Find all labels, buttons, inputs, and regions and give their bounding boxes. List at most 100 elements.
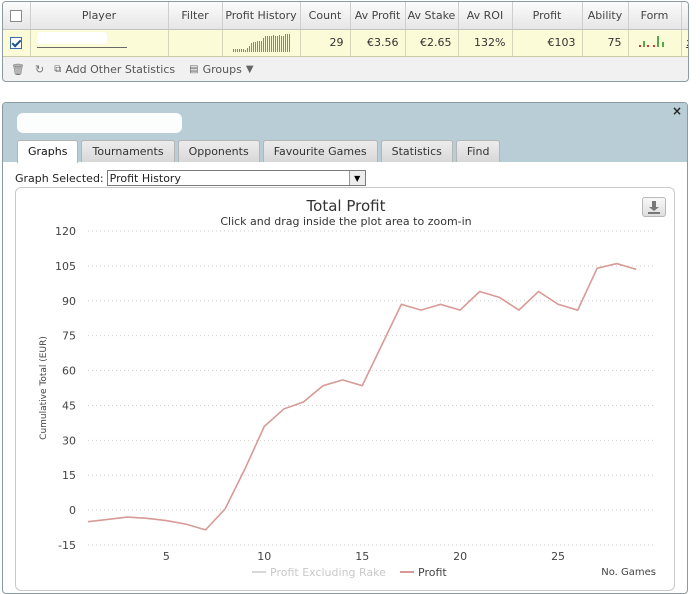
row-checkbox[interactable] [10, 37, 23, 49]
tab-tournaments[interactable]: Tournaments [81, 140, 175, 162]
sparkline-bar [266, 36, 268, 52]
close-icon[interactable]: × [672, 104, 682, 118]
sparkline-bar [284, 33, 286, 52]
sparkline-bar [260, 40, 262, 52]
sparkline-bar [250, 43, 252, 52]
form-bar [661, 41, 664, 47]
column-header-player[interactable]: Player [30, 2, 169, 30]
chart-title: Total Profit [306, 197, 386, 215]
panel-tabs: Graphs Tournaments Opponents Favourite G… [17, 140, 501, 163]
form-bar [656, 35, 659, 47]
copy-icon: ⧉ [54, 63, 62, 75]
form-bar [652, 44, 655, 47]
sparkline-bar [280, 35, 282, 52]
sparkline-bar [270, 36, 272, 52]
refresh-icon[interactable]: ↻ [35, 63, 44, 76]
sparkline-bar [248, 45, 250, 52]
chart-subtitle: Click and drag inside the plot area to z… [220, 215, 471, 228]
tab-find[interactable]: Find [455, 140, 501, 162]
y-tick-label: -15 [58, 539, 76, 552]
profit-series-line [87, 262, 637, 531]
column-header-av-profit[interactable]: Av Profit [350, 2, 406, 30]
sparkline-bar [288, 33, 290, 52]
column-header-form[interactable]: Form [628, 2, 682, 30]
sparkline-bar [256, 40, 258, 52]
remove-row-cell[interactable]: x [681, 29, 688, 57]
y-tick-label: 75 [62, 330, 76, 343]
column-header-count[interactable]: Count [300, 2, 351, 30]
tab-opponents[interactable]: Opponents [177, 140, 260, 162]
row-select-cell[interactable] [3, 29, 31, 57]
sparkline-bar [258, 40, 260, 52]
av-profit-cell: €3.56 [350, 29, 406, 57]
sparkline-bar [240, 48, 242, 52]
y-tick-label: 0 [69, 504, 76, 517]
table-header-row: Player Filter Profit History Count Av Pr… [3, 2, 688, 30]
y-tick-label: 45 [62, 399, 76, 412]
player-name-cell[interactable] [30, 29, 169, 57]
tab-graphs[interactable]: Graphs [17, 140, 79, 163]
x-tick-label: 5 [163, 550, 170, 563]
x-tick-label: 20 [453, 550, 467, 563]
y-tick-label: 60 [62, 365, 76, 378]
sparkline-bar [232, 49, 234, 52]
x-axis-label: No. Games [601, 567, 656, 578]
column-header-av-stake[interactable]: Av Stake [405, 2, 459, 30]
select-all-checkbox[interactable] [10, 9, 23, 22]
player-details-panel: × Graphs Tournaments Opponents Favourite… [2, 102, 688, 594]
column-header-filter[interactable]: Filter [168, 2, 223, 30]
player-stats-table: Player Filter Profit History Count Av Pr… [3, 2, 688, 57]
graph-selected-label: Graph Selected: [15, 171, 104, 185]
player-stats-panel: Player Filter Profit History Count Av Pr… [2, 1, 689, 82]
table-row[interactable]: 29 €3.56 €2.65 132% €103 75 [3, 29, 688, 57]
y-axis-label: Cumulative Total (EUR) [39, 336, 49, 440]
profit-chart-container[interactable]: Total Profit Click and drag inside the pl… [15, 187, 675, 591]
player-name-redacted [36, 31, 107, 44]
chevron-down-icon[interactable]: ▼ [348, 171, 365, 185]
form-chart [635, 34, 675, 52]
download-icon [648, 201, 660, 214]
sparkline-bar [234, 48, 236, 52]
column-header-profit[interactable]: Profit [512, 2, 583, 30]
add-other-statistics-button[interactable]: ⧉ Add Other Statistics [54, 63, 175, 76]
sparkline-bar [262, 38, 264, 52]
graph-select-value: Profit History [109, 171, 181, 185]
tab-statistics[interactable]: Statistics [380, 140, 453, 162]
sparkline-bar [286, 33, 288, 52]
panel-header: × Graphs Tournaments Opponents Favourite… [3, 103, 687, 163]
y-tick-label: 90 [62, 295, 76, 308]
add-other-statistics-label: Add Other Statistics [65, 62, 176, 76]
select-all-header[interactable] [3, 2, 31, 30]
stats-toolbar: 🗑 ↻ ⧉ Add Other Statistics ▤ Groups ▼ [3, 57, 688, 82]
form-bar [642, 40, 645, 47]
trash-icon[interactable]: 🗑 [11, 63, 25, 76]
groups-icon: ▤ [189, 63, 199, 75]
legend-label-profit: Profit [418, 566, 447, 579]
profit-chart[interactable]: Total ProfitClick and drag inside the pl… [16, 188, 676, 592]
sparkline-bar [254, 41, 256, 52]
y-tick-label: 105 [55, 260, 76, 273]
form-bar [646, 44, 649, 47]
av-stake-cell: €2.65 [405, 29, 459, 57]
sparkline-bar [246, 48, 248, 52]
remove-row-button[interactable]: x [686, 36, 688, 49]
profit-cell: €103 [512, 29, 583, 57]
column-header-remove [681, 2, 688, 30]
sparkline-bar [244, 49, 246, 52]
download-chart-button[interactable] [642, 197, 666, 217]
sparkline-bar [236, 48, 238, 52]
column-header-ability[interactable]: Ability [582, 2, 629, 30]
sparkline-bar [268, 35, 270, 52]
sparkline-bar [272, 35, 274, 52]
chevron-down-icon: ▼ [245, 63, 254, 75]
sparkline-bar [276, 36, 278, 52]
y-tick-label: 120 [55, 225, 76, 238]
column-header-profit-history[interactable]: Profit History [222, 2, 301, 30]
filter-cell [168, 29, 223, 57]
groups-dropdown[interactable]: ▤ Groups ▼ [189, 63, 257, 76]
graph-select-dropdown[interactable]: Profit History ▼ [106, 170, 366, 186]
graph-select-row: Graph Selected: Profit History ▼ [15, 170, 366, 186]
ability-cell: 75 [582, 29, 629, 57]
column-header-av-roi[interactable]: Av ROI [458, 2, 513, 30]
tab-favourite-games[interactable]: Favourite Games [262, 140, 378, 162]
